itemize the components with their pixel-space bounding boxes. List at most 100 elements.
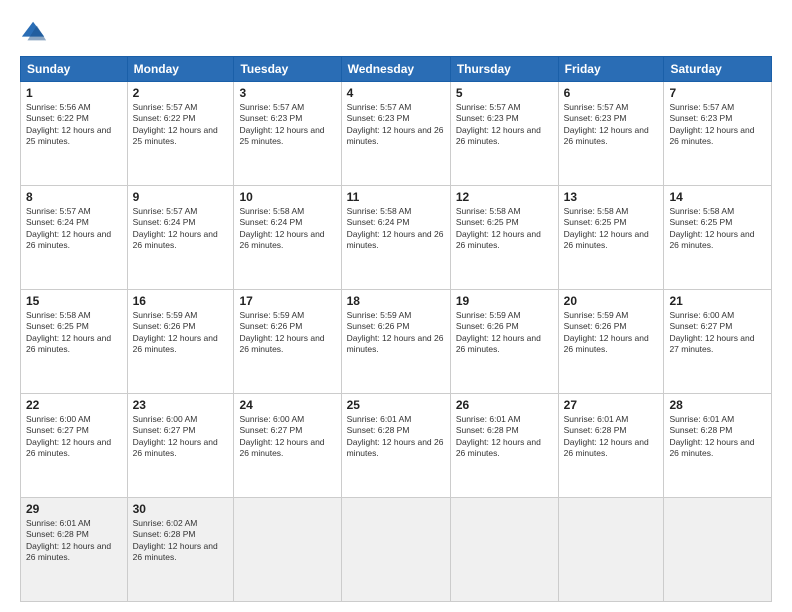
calendar-cell: 1 Sunrise: 5:56 AMSunset: 6:22 PMDayligh…	[21, 82, 128, 186]
calendar-cell: 23 Sunrise: 6:00 AMSunset: 6:27 PMDaylig…	[127, 394, 234, 498]
calendar-cell: 5 Sunrise: 5:57 AMSunset: 6:23 PMDayligh…	[450, 82, 558, 186]
day-info: Sunrise: 5:57 AMSunset: 6:23 PMDaylight:…	[669, 102, 766, 148]
day-info: Sunrise: 5:58 AMSunset: 6:25 PMDaylight:…	[564, 206, 659, 252]
day-number: 17	[239, 294, 335, 308]
day-number: 29	[26, 502, 122, 516]
calendar-cell: 4 Sunrise: 5:57 AMSunset: 6:23 PMDayligh…	[341, 82, 450, 186]
day-info: Sunrise: 6:02 AMSunset: 6:28 PMDaylight:…	[133, 518, 229, 564]
weekday-header-thursday: Thursday	[450, 57, 558, 82]
weekday-header-monday: Monday	[127, 57, 234, 82]
calendar-cell	[558, 498, 664, 602]
calendar-cell: 13 Sunrise: 5:58 AMSunset: 6:25 PMDaylig…	[558, 186, 664, 290]
day-number: 30	[133, 502, 229, 516]
day-info: Sunrise: 6:00 AMSunset: 6:27 PMDaylight:…	[669, 310, 766, 356]
day-info: Sunrise: 5:57 AMSunset: 6:23 PMDaylight:…	[347, 102, 445, 148]
day-info: Sunrise: 6:01 AMSunset: 6:28 PMDaylight:…	[669, 414, 766, 460]
calendar-cell: 3 Sunrise: 5:57 AMSunset: 6:23 PMDayligh…	[234, 82, 341, 186]
week-row-0: 1 Sunrise: 5:56 AMSunset: 6:22 PMDayligh…	[21, 82, 772, 186]
day-number: 1	[26, 86, 122, 100]
weekday-header-row: SundayMondayTuesdayWednesdayThursdayFrid…	[21, 57, 772, 82]
day-number: 18	[347, 294, 445, 308]
day-number: 15	[26, 294, 122, 308]
calendar-cell	[664, 498, 772, 602]
week-row-3: 22 Sunrise: 6:00 AMSunset: 6:27 PMDaylig…	[21, 394, 772, 498]
day-info: Sunrise: 5:59 AMSunset: 6:26 PMDaylight:…	[347, 310, 445, 356]
day-number: 24	[239, 398, 335, 412]
day-info: Sunrise: 6:00 AMSunset: 6:27 PMDaylight:…	[239, 414, 335, 460]
logo-icon	[20, 18, 48, 46]
day-number: 6	[564, 86, 659, 100]
day-info: Sunrise: 5:58 AMSunset: 6:24 PMDaylight:…	[347, 206, 445, 252]
day-number: 9	[133, 190, 229, 204]
calendar-cell: 20 Sunrise: 5:59 AMSunset: 6:26 PMDaylig…	[558, 290, 664, 394]
day-info: Sunrise: 5:59 AMSunset: 6:26 PMDaylight:…	[456, 310, 553, 356]
day-info: Sunrise: 5:57 AMSunset: 6:23 PMDaylight:…	[456, 102, 553, 148]
calendar-table: SundayMondayTuesdayWednesdayThursdayFrid…	[20, 56, 772, 602]
calendar-cell: 29 Sunrise: 6:01 AMSunset: 6:28 PMDaylig…	[21, 498, 128, 602]
calendar-cell: 14 Sunrise: 5:58 AMSunset: 6:25 PMDaylig…	[664, 186, 772, 290]
calendar-cell: 10 Sunrise: 5:58 AMSunset: 6:24 PMDaylig…	[234, 186, 341, 290]
day-number: 10	[239, 190, 335, 204]
calendar-cell: 7 Sunrise: 5:57 AMSunset: 6:23 PMDayligh…	[664, 82, 772, 186]
weekday-header-wednesday: Wednesday	[341, 57, 450, 82]
day-number: 26	[456, 398, 553, 412]
logo	[20, 18, 52, 46]
day-info: Sunrise: 5:59 AMSunset: 6:26 PMDaylight:…	[564, 310, 659, 356]
day-number: 13	[564, 190, 659, 204]
day-info: Sunrise: 5:56 AMSunset: 6:22 PMDaylight:…	[26, 102, 122, 148]
week-row-2: 15 Sunrise: 5:58 AMSunset: 6:25 PMDaylig…	[21, 290, 772, 394]
day-number: 25	[347, 398, 445, 412]
day-info: Sunrise: 5:58 AMSunset: 6:25 PMDaylight:…	[669, 206, 766, 252]
calendar-cell: 16 Sunrise: 5:59 AMSunset: 6:26 PMDaylig…	[127, 290, 234, 394]
day-info: Sunrise: 6:01 AMSunset: 6:28 PMDaylight:…	[26, 518, 122, 564]
calendar-cell: 11 Sunrise: 5:58 AMSunset: 6:24 PMDaylig…	[341, 186, 450, 290]
day-number: 2	[133, 86, 229, 100]
day-number: 28	[669, 398, 766, 412]
calendar-cell: 30 Sunrise: 6:02 AMSunset: 6:28 PMDaylig…	[127, 498, 234, 602]
day-number: 27	[564, 398, 659, 412]
calendar-cell: 6 Sunrise: 5:57 AMSunset: 6:23 PMDayligh…	[558, 82, 664, 186]
day-info: Sunrise: 5:58 AMSunset: 6:25 PMDaylight:…	[26, 310, 122, 356]
weekday-header-saturday: Saturday	[664, 57, 772, 82]
day-info: Sunrise: 5:59 AMSunset: 6:26 PMDaylight:…	[133, 310, 229, 356]
day-number: 19	[456, 294, 553, 308]
day-info: Sunrise: 5:58 AMSunset: 6:24 PMDaylight:…	[239, 206, 335, 252]
day-info: Sunrise: 5:57 AMSunset: 6:23 PMDaylight:…	[239, 102, 335, 148]
day-number: 23	[133, 398, 229, 412]
day-info: Sunrise: 5:57 AMSunset: 6:23 PMDaylight:…	[564, 102, 659, 148]
day-info: Sunrise: 6:01 AMSunset: 6:28 PMDaylight:…	[564, 414, 659, 460]
day-info: Sunrise: 6:01 AMSunset: 6:28 PMDaylight:…	[347, 414, 445, 460]
calendar-cell: 17 Sunrise: 5:59 AMSunset: 6:26 PMDaylig…	[234, 290, 341, 394]
day-number: 3	[239, 86, 335, 100]
calendar-cell: 22 Sunrise: 6:00 AMSunset: 6:27 PMDaylig…	[21, 394, 128, 498]
day-number: 12	[456, 190, 553, 204]
day-info: Sunrise: 5:59 AMSunset: 6:26 PMDaylight:…	[239, 310, 335, 356]
calendar-cell: 24 Sunrise: 6:00 AMSunset: 6:27 PMDaylig…	[234, 394, 341, 498]
calendar-cell: 15 Sunrise: 5:58 AMSunset: 6:25 PMDaylig…	[21, 290, 128, 394]
day-number: 16	[133, 294, 229, 308]
day-info: Sunrise: 6:00 AMSunset: 6:27 PMDaylight:…	[133, 414, 229, 460]
calendar-cell: 8 Sunrise: 5:57 AMSunset: 6:24 PMDayligh…	[21, 186, 128, 290]
day-number: 8	[26, 190, 122, 204]
day-info: Sunrise: 6:01 AMSunset: 6:28 PMDaylight:…	[456, 414, 553, 460]
calendar-cell: 2 Sunrise: 5:57 AMSunset: 6:22 PMDayligh…	[127, 82, 234, 186]
calendar-cell	[450, 498, 558, 602]
weekday-header-sunday: Sunday	[21, 57, 128, 82]
calendar-cell: 26 Sunrise: 6:01 AMSunset: 6:28 PMDaylig…	[450, 394, 558, 498]
day-info: Sunrise: 5:57 AMSunset: 6:24 PMDaylight:…	[133, 206, 229, 252]
calendar-cell: 19 Sunrise: 5:59 AMSunset: 6:26 PMDaylig…	[450, 290, 558, 394]
calendar-cell	[234, 498, 341, 602]
day-number: 22	[26, 398, 122, 412]
day-number: 4	[347, 86, 445, 100]
weekday-header-friday: Friday	[558, 57, 664, 82]
calendar-cell: 25 Sunrise: 6:01 AMSunset: 6:28 PMDaylig…	[341, 394, 450, 498]
day-info: Sunrise: 5:57 AMSunset: 6:22 PMDaylight:…	[133, 102, 229, 148]
day-number: 20	[564, 294, 659, 308]
calendar-cell: 12 Sunrise: 5:58 AMSunset: 6:25 PMDaylig…	[450, 186, 558, 290]
calendar-cell: 18 Sunrise: 5:59 AMSunset: 6:26 PMDaylig…	[341, 290, 450, 394]
day-number: 14	[669, 190, 766, 204]
page: SundayMondayTuesdayWednesdayThursdayFrid…	[0, 0, 792, 612]
day-number: 7	[669, 86, 766, 100]
day-info: Sunrise: 5:57 AMSunset: 6:24 PMDaylight:…	[26, 206, 122, 252]
day-info: Sunrise: 6:00 AMSunset: 6:27 PMDaylight:…	[26, 414, 122, 460]
